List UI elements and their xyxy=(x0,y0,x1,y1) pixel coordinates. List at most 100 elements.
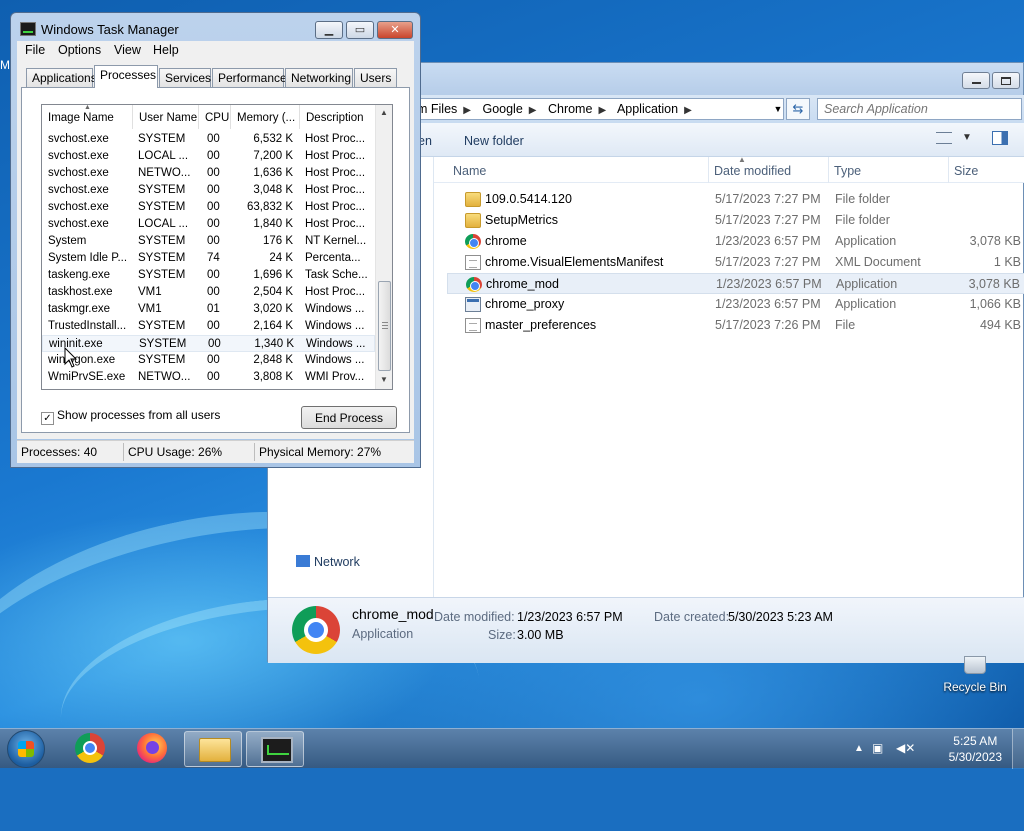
explorer-minimize-button[interactable] xyxy=(962,72,990,89)
process-row[interactable]: taskhost.exe VM1 00 2,504 K Host Proc... xyxy=(42,284,375,301)
column-header-date-modified[interactable]: Date modified xyxy=(714,164,791,178)
process-row[interactable]: System SYSTEM 00 176 K NT Kernel... xyxy=(42,233,375,250)
preview-pane-icon[interactable] xyxy=(992,131,1008,145)
process-memory: 1,840 K xyxy=(253,218,293,230)
column-header-size[interactable]: Size xyxy=(954,164,978,178)
column-divider[interactable] xyxy=(708,157,709,183)
volume-muted-icon[interactable]: ◀✕ xyxy=(896,741,915,755)
show-hidden-icons-icon[interactable]: ▲ xyxy=(854,743,864,754)
search-box[interactable] xyxy=(817,98,1022,120)
file-date: 1/23/2023 6:57 PM xyxy=(716,277,822,291)
taskbar-chrome[interactable] xyxy=(60,731,118,767)
process-user: SYSTEM xyxy=(138,201,186,213)
file-size: 3,078 KB xyxy=(969,234,1021,248)
file-row[interactable]: master_preferences 5/17/2023 7:26 PM Fil… xyxy=(447,315,1024,336)
process-row[interactable]: taskmgr.exe VM1 01 3,020 K Windows ... xyxy=(42,301,375,318)
show-all-users-option[interactable]: ✓ Show processes from all users xyxy=(41,408,220,425)
process-row[interactable]: winlogon.exe SYSTEM 00 2,848 K Windows ... xyxy=(42,352,375,369)
taskbar-explorer[interactable] xyxy=(184,731,242,767)
address-bar[interactable]: m Files ▶ Google ▶ Chrome ▶ Application ▶ xyxy=(416,98,784,120)
column-header-image-name[interactable]: ▲ Image Name xyxy=(42,105,133,129)
breadcrumb-separator-icon[interactable]: ▶ xyxy=(598,105,606,116)
column-header-name[interactable]: Name xyxy=(453,164,486,178)
nav-network[interactable]: Network xyxy=(296,555,360,569)
column-header-cpu[interactable]: CPU xyxy=(199,105,231,129)
breadcrumb-separator-icon[interactable]: ▶ xyxy=(529,105,537,116)
process-row[interactable]: TrustedInstall... SYSTEM 00 2,164 K Windows … xyxy=(42,318,375,335)
file-row[interactable]: chrome.VisualElementsManifest 5/17/2023 … xyxy=(447,252,1024,273)
tab-processes[interactable]: Processes xyxy=(94,65,158,88)
scroll-down-icon[interactable]: ▼ xyxy=(380,375,388,384)
tab-networking[interactable]: Networking xyxy=(285,68,353,87)
refresh-icon: ⇆ xyxy=(792,101,804,116)
search-input[interactable] xyxy=(822,100,992,118)
clock[interactable]: 5:25 AM 5/30/2023 xyxy=(949,733,1002,765)
column-divider[interactable] xyxy=(948,157,949,183)
show-desktop-button[interactable] xyxy=(1012,729,1024,769)
sort-ascending-icon: ▲ xyxy=(738,155,746,164)
process-memory: 6,532 K xyxy=(253,133,293,145)
file-row[interactable]: chrome 1/23/2023 6:57 PM Application 3,0… xyxy=(447,231,1024,252)
breadcrumb-google[interactable]: Google xyxy=(482,102,522,116)
process-user: SYSTEM xyxy=(138,269,186,281)
breadcrumb-separator-icon[interactable]: ▶ xyxy=(684,105,692,116)
file-row[interactable]: chrome_proxy 1/23/2023 6:57 PM Applicati… xyxy=(447,294,1024,315)
network-status-icon[interactable]: ▣ xyxy=(872,741,883,755)
menu-view[interactable]: View xyxy=(114,43,141,57)
process-row[interactable]: svchost.exe SYSTEM 00 3,048 K Host Proc... xyxy=(42,182,375,199)
file-row[interactable]: 109.0.5414.120 5/17/2023 7:27 PM File fo… xyxy=(447,189,1024,210)
column-header-memory[interactable]: Memory (... xyxy=(231,105,300,129)
process-memory: 1,696 K xyxy=(253,269,293,281)
refresh-button[interactable]: ⇆ xyxy=(786,98,810,120)
process-scrollbar[interactable]: ▲ ▼ xyxy=(375,105,392,389)
process-row-selected[interactable]: wininit.exe SYSTEM 00 1,340 K Windows ... xyxy=(42,335,375,352)
view-options-icon[interactable] xyxy=(936,132,952,144)
breadcrumb-program-files[interactable]: m Files xyxy=(417,102,457,116)
column-header-user-name[interactable]: User Name xyxy=(133,105,199,129)
task-manager-minimize-button[interactable]: ▁ xyxy=(315,21,343,39)
tab-users[interactable]: Users xyxy=(354,68,397,87)
start-button[interactable] xyxy=(7,730,45,768)
column-divider[interactable] xyxy=(828,157,829,183)
column-header-type[interactable]: Type xyxy=(834,164,861,178)
process-desc: Host Proc... xyxy=(305,286,366,298)
process-row[interactable]: svchost.exe SYSTEM 00 63,832 K Host Proc... xyxy=(42,199,375,216)
scrollbar-thumb[interactable] xyxy=(378,281,391,371)
process-row[interactable]: svchost.exe LOCAL ... 00 1,840 K Host Proc..… xyxy=(42,216,375,233)
menu-help[interactable]: Help xyxy=(153,43,179,57)
task-manager-close-button[interactable]: ✕ xyxy=(377,21,413,39)
file-row-selected[interactable]: chrome_mod 1/23/2023 6:57 PM Application… xyxy=(447,273,1024,294)
process-row[interactable]: WmiPrvSE.exe NETWO... 00 3,808 K WMI Prov... xyxy=(42,369,375,386)
tab-performance[interactable]: Performance xyxy=(212,68,287,87)
task-manager-maximize-button[interactable]: ▭ xyxy=(346,21,374,39)
taskbar-task-manager[interactable] xyxy=(246,731,304,767)
tab-applications[interactable]: Applications xyxy=(26,68,97,87)
new-folder-button[interactable]: New folder xyxy=(464,134,524,148)
menu-options[interactable]: Options xyxy=(58,43,101,57)
taskbar-firefox[interactable] xyxy=(122,731,180,767)
view-dropdown-icon[interactable]: ▼ xyxy=(962,132,972,143)
breadcrumb-chrome[interactable]: Chrome xyxy=(548,102,592,116)
file-date: 5/17/2023 7:27 PM xyxy=(715,192,821,206)
breadcrumb-separator-icon[interactable]: ▶ xyxy=(463,105,471,116)
chrome-icon xyxy=(465,234,481,249)
process-row[interactable]: svchost.exe NETWO... 00 1,636 K Host Proc... xyxy=(42,165,375,182)
tab-services[interactable]: Services xyxy=(159,68,211,87)
process-row[interactable]: svchost.exe LOCAL ... 00 7,200 K Host Proc..… xyxy=(42,148,375,165)
process-row[interactable]: System Idle P... SYSTEM 74 24 K Percenta... xyxy=(42,250,375,267)
scroll-up-icon[interactable]: ▲ xyxy=(380,108,388,117)
recycle-bin-icon xyxy=(964,656,986,674)
menu-file[interactable]: File xyxy=(25,43,45,57)
file-row[interactable]: SetupMetrics 5/17/2023 7:27 PM File fold… xyxy=(447,210,1024,231)
breadcrumb-application[interactable]: Application xyxy=(617,102,678,116)
show-all-users-checkbox[interactable]: ✓ xyxy=(41,412,54,425)
end-process-button[interactable]: End Process xyxy=(301,406,397,429)
process-row[interactable]: svchost.exe SYSTEM 00 6,532 K Host Proc... xyxy=(42,131,375,148)
explorer-maximize-button[interactable] xyxy=(992,72,1020,89)
address-dropdown-icon[interactable]: ▼ xyxy=(770,98,786,120)
column-header-description[interactable]: Description xyxy=(300,105,375,129)
process-memory: 24 K xyxy=(269,252,293,264)
process-row[interactable]: taskeng.exe SYSTEM 00 1,696 K Task Sche... xyxy=(42,267,375,284)
recycle-bin[interactable]: Recycle Bin xyxy=(940,656,1010,694)
task-manager-app-icon xyxy=(20,22,36,36)
